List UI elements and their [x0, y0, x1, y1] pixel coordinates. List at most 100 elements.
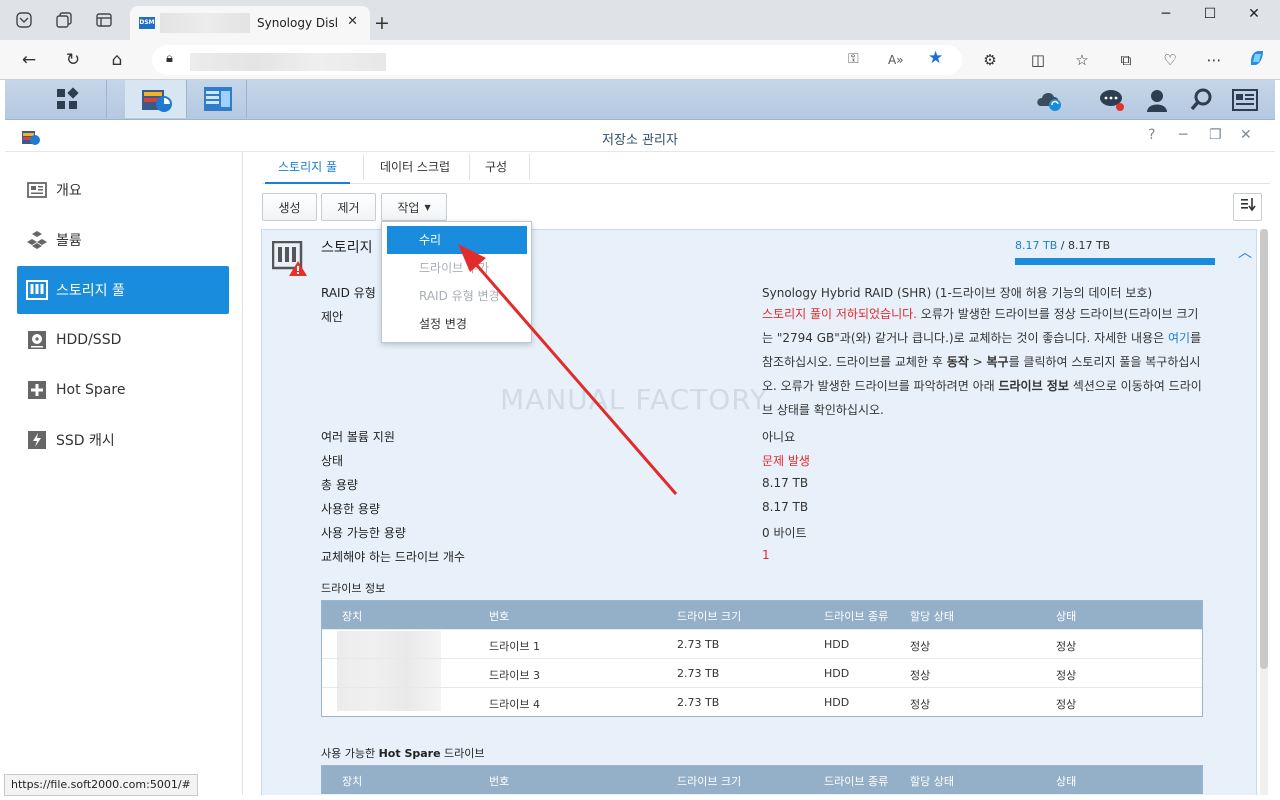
drive-status: 정상: [1056, 669, 1077, 682]
column-header[interactable]: 할당 상태: [910, 773, 954, 789]
copilot-icon[interactable]: [1245, 48, 1269, 72]
pool-name: 스토리지: [321, 240, 373, 256]
capacity-used: 8.17 TB: [1015, 239, 1058, 252]
performance-icon[interactable]: ♡: [1158, 48, 1182, 72]
column-header[interactable]: 장치: [342, 608, 362, 624]
table-row[interactable]: 드라이브 4 2.73 TB HDD 정상 정상: [322, 687, 1202, 716]
drive-info-title: 드라이브 정보: [321, 582, 386, 595]
menu-item-repair[interactable]: 수리: [387, 226, 527, 254]
remove-button[interactable]: 제거: [321, 193, 376, 221]
sidebar-item-hdd-ssd[interactable]: HDD/SSD: [17, 316, 229, 364]
tab-actions-icon[interactable]: [92, 8, 116, 32]
drive-info-table: 장치 번호 드라이브 크기 드라이브 종류 할당 상태 상태 드라이브 1 2.…: [321, 600, 1203, 717]
tab-config[interactable]: 구성: [472, 158, 520, 184]
sidebar: 개요 볼륨 스토리지 풀 HDD/SSD Hot Spare SSD 캐시: [5, 152, 243, 795]
sidebar-item-volume[interactable]: 볼륨: [17, 216, 229, 264]
scrollbar-thumb[interactable]: [1260, 229, 1268, 669]
user-icon[interactable]: [1143, 86, 1171, 114]
extensions-icon[interactable]: ⚙: [978, 48, 1002, 72]
menu-item-add-drive: 드라이브 추가: [419, 261, 490, 275]
browser-tab-bar: DSM Synology DiskS ✕ + ─ ☐ ✕: [0, 0, 1280, 40]
advice-link[interactable]: 여기: [1168, 331, 1190, 345]
favorites-icon[interactable]: ☆: [1070, 48, 1094, 72]
create-button[interactable]: 생성: [262, 193, 317, 221]
action-label: 작업: [397, 200, 420, 215]
close-window-icon[interactable]: ✕: [1232, 6, 1276, 28]
sidebar-item-overview[interactable]: 개요: [17, 166, 229, 214]
address-bar[interactable]: 🔒︎ ⚿ A» ★: [152, 45, 962, 75]
main-menu-button[interactable]: [27, 80, 107, 118]
more-menu-icon[interactable]: ⋯: [1202, 48, 1226, 72]
tab-data-scrub[interactable]: 데이터 스크럽: [367, 158, 463, 184]
sidebar-item-storage-pool[interactable]: 스토리지 풀: [17, 266, 229, 314]
close-icon[interactable]: ✕: [1240, 127, 1252, 143]
drive-number: 드라이브 4: [489, 698, 540, 711]
storage-pool-warning-icon: [272, 241, 307, 276]
sort-icon: [1240, 198, 1256, 212]
restore-icon[interactable]: ❐: [1209, 127, 1222, 143]
column-header[interactable]: 장치: [342, 773, 362, 789]
column-header[interactable]: 번호: [489, 608, 509, 624]
home-icon[interactable]: ⌂: [105, 48, 129, 72]
collections-icon[interactable]: ⧉: [1114, 48, 1138, 72]
ssd-cache-icon: [26, 429, 48, 451]
profile-icon[interactable]: [12, 8, 36, 32]
widgets-icon[interactable]: [1231, 86, 1259, 114]
action-dropdown-button[interactable]: 작업 ▼: [381, 193, 447, 221]
action-dropdown-menu: 수리 드라이브 추가 RAID 유형 변경 설정 변경: [381, 221, 532, 343]
sidebar-item-label: 스토리지 풀: [56, 283, 125, 299]
column-header[interactable]: 상태: [1056, 608, 1076, 624]
table-row[interactable]: 드라이브 1 2.73 TB HDD 정상 정상: [322, 629, 1202, 658]
column-header[interactable]: 할당 상태: [910, 608, 954, 624]
column-header[interactable]: 드라이브 종류: [824, 773, 888, 789]
raid-type-label: RAID 유형: [321, 286, 376, 300]
menu-item-change-settings[interactable]: 설정 변경: [387, 310, 527, 338]
search-icon[interactable]: [1187, 86, 1215, 114]
app-taskbar-button[interactable]: [189, 80, 247, 118]
cloud-sync-icon[interactable]: [1035, 86, 1063, 114]
column-header[interactable]: 드라이브 크기: [677, 773, 741, 789]
storage-manager-taskbar-button[interactable]: [125, 80, 187, 118]
maximize-window-icon[interactable]: ☐: [1188, 6, 1232, 28]
collapse-chevron-icon[interactable]: ︿: [1238, 242, 1252, 262]
field-label: 상태: [321, 454, 344, 468]
sort-button[interactable]: [1233, 193, 1262, 221]
table-row[interactable]: 드라이브 3 2.73 TB HDD 정상 정상: [322, 658, 1202, 687]
field-value: 8.17 TB: [762, 476, 809, 490]
split-screen-icon[interactable]: ◫: [1026, 48, 1050, 72]
column-header[interactable]: 상태: [1056, 773, 1076, 789]
drive-alloc: 정상: [910, 640, 931, 653]
help-icon[interactable]: ?: [1148, 127, 1155, 143]
tab-title: Synology DiskS: [257, 16, 337, 30]
field-value: 8.17 TB: [762, 500, 809, 514]
advice-error: 스토리지 풀이 저하되었습니다.: [762, 307, 917, 321]
reload-icon[interactable]: ↻: [61, 48, 85, 72]
minimize-icon[interactable]: ─: [1179, 127, 1187, 143]
read-aloud-icon[interactable]: A»: [888, 53, 904, 67]
watermark-text: MANUAL FACTORY: [500, 383, 769, 416]
new-tab-icon[interactable]: +: [374, 12, 390, 34]
tab-separator: [363, 154, 364, 180]
browser-tab[interactable]: DSM Synology DiskS ✕: [130, 6, 370, 40]
key-icon[interactable]: ⚿: [848, 51, 859, 67]
capacity-total: 8.17 TB: [1067, 239, 1111, 252]
tab-title-blurred: [160, 13, 250, 33]
tab-storage-pool[interactable]: 스토리지 풀: [265, 158, 351, 184]
advice-bold: 드라이브 정보: [998, 379, 1069, 393]
table-header: 장치 번호 드라이브 크기 드라이브 종류 할당 상태 상태: [322, 601, 1202, 629]
column-header[interactable]: 번호: [489, 773, 509, 789]
tab-close-icon[interactable]: ✕: [347, 14, 358, 29]
column-header[interactable]: 드라이브 크기: [677, 608, 741, 624]
notifications-icon[interactable]: [1098, 86, 1126, 114]
status-value: 문제 발생: [762, 454, 810, 468]
workspaces-icon[interactable]: [52, 8, 76, 32]
column-header[interactable]: 드라이브 종류: [824, 608, 888, 624]
minimize-window-icon[interactable]: ─: [1144, 6, 1188, 28]
sidebar-item-ssd-cache[interactable]: SSD 캐시: [17, 416, 229, 464]
capacity-bar: [1015, 258, 1215, 265]
advice-bold: 동작: [946, 355, 969, 369]
favorite-star-icon[interactable]: ★: [928, 48, 943, 68]
content-scrollbar[interactable]: [1260, 229, 1268, 795]
back-icon[interactable]: ←: [17, 48, 41, 72]
sidebar-item-hot-spare[interactable]: Hot Spare: [17, 366, 229, 414]
